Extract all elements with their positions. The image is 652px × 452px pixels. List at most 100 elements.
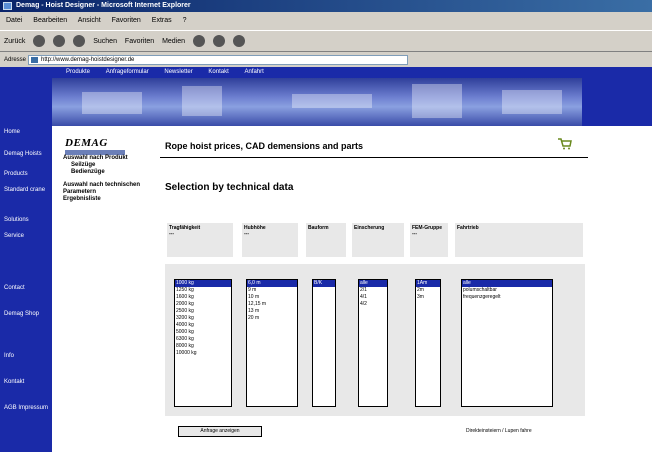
demag-logo[interactable]: DEMAG [65,137,131,157]
listbox-option[interactable]: 13 m [247,308,297,315]
column-sub: --- [412,231,417,237]
back-button[interactable]: Zurück [4,38,25,45]
toolbar: Zurück Suchen Favoriten Medien [0,30,652,52]
section-heading: Selection by technical data [165,182,294,193]
listbox-option[interactable]: 2m [416,287,440,294]
column-header-height: Hubhöhe --- [242,223,298,257]
listbox-option[interactable]: alle [359,280,387,287]
column-sub: --- [169,231,174,237]
fem-listbox[interactable]: 1Am 2m 3m [415,279,441,407]
address-input[interactable]: http://www.demag-hoistdesigner.de [28,55,408,65]
listbox-option[interactable]: B/K [313,280,335,287]
favorites-button[interactable]: Favoriten [125,38,154,45]
reeving-listbox[interactable]: alle 2/1 4/1 4/2 [358,279,388,407]
listbox-option[interactable]: 4/1 [359,294,387,301]
title-divider [160,157,588,158]
leftnav-item-demag-shop[interactable]: Demag Shop [4,311,50,318]
menu-favoriten[interactable]: Favoriten [112,17,141,24]
sidemenu-seilzuege[interactable]: Seilzüge [63,162,159,169]
listbox-option[interactable]: 10 m [247,294,297,301]
leftnav-item-service[interactable]: Service [4,233,50,240]
height-listbox[interactable]: 6,0 m 9 m 10 m 12,15 m 13 m 20 m [246,279,298,407]
banner-shape [82,92,142,114]
logo-text: DEMAG [65,137,108,149]
column-header-fem: FEM-Gruppe --- [410,223,448,257]
listbox-option[interactable]: 3m [416,294,440,301]
listbox-option[interactable]: 2500 kg [175,308,231,315]
page-title: Rope hoist prices, CAD demensions and pa… [165,141,364,151]
listbox-option[interactable]: 10000 kg [175,350,231,357]
leftnav-item-contact[interactable]: Contact [4,285,50,292]
column-header-form: Bauform [306,223,346,257]
leftnav-item-products[interactable]: Products [4,171,50,178]
form-listbox[interactable]: B/K [312,279,336,407]
header-banner [52,78,582,126]
listbox-option[interactable]: 1600 kg [175,294,231,301]
column-header-reeving: Einscherung [352,223,404,257]
sidemenu-technical[interactable]: Auswahl nach technischen Parametern [63,182,159,196]
sidemenu-results[interactable]: Ergebnisliste [63,196,159,203]
leftnav-item-info[interactable]: Info [4,353,50,360]
topnav-item-produkte[interactable]: Produkte [66,69,90,75]
banner-shape [412,84,462,118]
listbox-option[interactable]: 6,0 m [247,280,297,287]
sidemenu-product[interactable]: Auswahl nach Produkt [63,155,159,162]
menu-bar: Datei Bearbeiten Ansicht Favoriten Extra… [0,14,652,28]
menu-bearbeiten[interactable]: Bearbeiten [33,17,67,24]
drive-listbox[interactable]: alle polumschaltbar frequenzgeregelt [461,279,553,407]
listbox-option[interactable]: 12,15 m [247,301,297,308]
address-url[interactable]: http://www.demag-hoistdesigner.de [41,57,134,63]
address-label: Adresse [4,57,27,63]
listbox-option[interactable]: 1Am [416,280,440,287]
topnav-item-anfrage[interactable]: Anfrageformular [106,69,149,75]
show-request-button[interactable]: Anfrage anzeigen [178,426,262,437]
column-label: FEM-Gruppe [412,225,442,231]
leftnav-item-standard-crane[interactable]: Standard crane [4,187,50,194]
menu-datei[interactable]: Datei [6,17,22,24]
refresh-icon[interactable] [53,35,66,48]
leftnav-item-solutions[interactable]: Solutions [4,217,50,224]
column-sub: --- [244,231,249,237]
media-button[interactable]: Medien [162,38,185,45]
banner-shape [182,86,222,116]
listbox-option[interactable]: 20 m [247,315,297,322]
listbox-option[interactable]: 5000 kg [175,329,231,336]
topnav-item-newsletter[interactable]: Newsletter [164,69,192,75]
mail-icon[interactable] [212,35,225,48]
forward-icon[interactable] [33,35,46,48]
footer-link[interactable]: Direkteinsteiern / Lupen fahre [466,428,532,434]
print-icon[interactable] [232,35,245,48]
menu-help[interactable]: ? [183,17,187,24]
listbox-option[interactable]: 9 m [247,287,297,294]
leftnav-item-home[interactable]: Home [4,129,50,136]
listbox-option[interactable]: 3200 kg [175,315,231,322]
search-button[interactable]: Suchen [93,38,117,45]
home-icon[interactable] [73,35,86,48]
listbox-option[interactable]: polumschaltbar [462,287,552,294]
leftnav-item-agb[interactable]: AGB Impressum [4,405,50,412]
sidemenu-bedienzuege[interactable]: Bedienzüge [63,169,159,176]
listbox-option[interactable]: 1250 kg [175,287,231,294]
listbox-option[interactable]: alle [462,280,552,287]
leftnav-item-demag-hoists[interactable]: Demag Hoists [4,151,50,158]
menu-ansicht[interactable]: Ansicht [78,17,101,24]
title-bar: Demag - Hoist Designer - Microsoft Inter… [0,0,652,12]
column-header-drive: Fahrtrieb [455,223,583,257]
leftnav-item-kontakt[interactable]: Kontakt [4,379,50,386]
topnav-item-anfahrt[interactable]: Anfahrt [244,69,263,75]
cart-icon[interactable] [558,138,572,150]
listbox-option[interactable]: frequenzgeregelt [462,294,552,301]
listbox-option[interactable]: 4000 kg [175,322,231,329]
capacity-listbox[interactable]: 1000 kg 1250 kg 1600 kg 2000 kg 2500 kg … [174,279,232,407]
listbox-option[interactable]: 2000 kg [175,301,231,308]
listbox-option[interactable]: 2/1 [359,287,387,294]
listbox-option[interactable]: 1000 kg [175,280,231,287]
listbox-option[interactable]: 4/2 [359,301,387,308]
menu-extras[interactable]: Extras [152,17,172,24]
listbox-option[interactable]: 6300 kg [175,336,231,343]
column-label: Einscherung [354,225,385,231]
topnav-item-kontakt[interactable]: Kontakt [208,69,228,75]
listbox-option[interactable]: 8000 kg [175,343,231,350]
history-icon[interactable] [192,35,205,48]
page-icon [31,57,38,63]
